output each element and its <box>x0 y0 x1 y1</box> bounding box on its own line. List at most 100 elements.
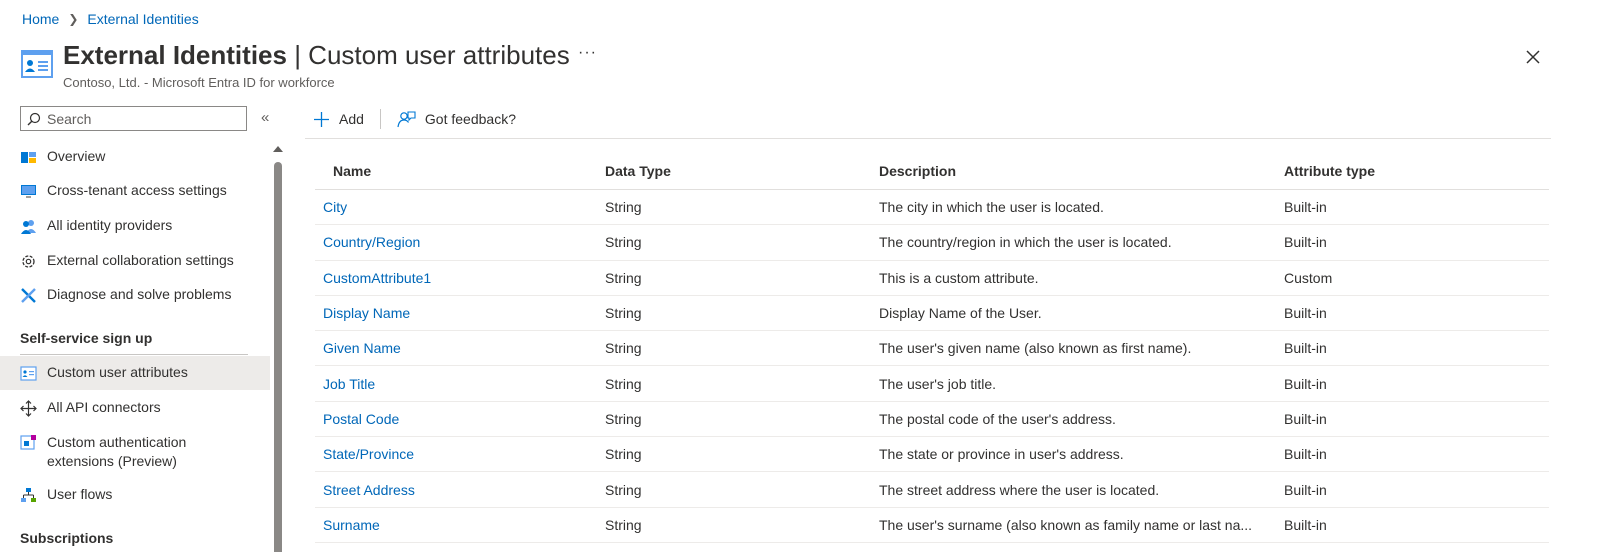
data-type-cell: String <box>605 375 642 392</box>
add-button[interactable]: Add <box>313 111 364 128</box>
sidebar-item-external-collaboration-settings[interactable]: External collaboration settings <box>0 252 270 270</box>
sidebar-item-user-flows[interactable]: User flows <box>0 486 270 504</box>
data-type-cell: String <box>605 410 642 427</box>
attribute-type-cell: Built-in <box>1284 305 1327 322</box>
sidebar-item-all-identity-providers[interactable]: All identity providers <box>0 217 270 235</box>
table-row: Job Title String The user's job title. B… <box>315 366 1549 402</box>
data-type-cell: String <box>605 481 642 498</box>
sidebar-section-self-service-sign-up: Self-service sign up <box>20 330 153 346</box>
table-row: Display Name String Display Name of the … <box>315 296 1549 332</box>
search-icon <box>27 112 41 125</box>
chevron-right-icon: ❯ <box>68 12 79 26</box>
sidebar-scrollbar[interactable] <box>271 146 283 552</box>
description-cell: The street address where the user is loc… <box>879 481 1160 498</box>
command-bar: Add Got feedback? <box>313 106 516 132</box>
table-row: City String The city in which the user i… <box>315 190 1549 226</box>
attribute-type-cell: Built-in <box>1284 410 1327 427</box>
sidebar-item-cross-tenant-access-settings[interactable]: Cross-tenant access settings <box>0 182 270 200</box>
connector-icon <box>20 400 37 417</box>
attribute-name-link[interactable]: State/Province <box>323 446 414 462</box>
page-subtitle: Contoso, Ltd. - Microsoft Entra ID for w… <box>63 75 335 90</box>
sidebar-item-all-api-connectors[interactable]: All API connectors <box>0 399 270 417</box>
sidebar-search <box>20 106 247 131</box>
data-type-cell: String <box>605 340 642 357</box>
breadcrumb-external-identities-link[interactable]: External Identities <box>87 11 198 27</box>
description-cell: This is a custom attribute. <box>879 269 1039 286</box>
data-type-cell: String <box>605 305 642 322</box>
attribute-type-cell: Built-in <box>1284 446 1327 463</box>
sidebar-item-diagnose-and-solve-problems[interactable]: Diagnose and solve problems <box>0 286 270 304</box>
table-row: Country/Region String The country/region… <box>315 225 1549 261</box>
attribute-name-link[interactable]: Street Address <box>323 482 415 498</box>
table-row: Given Name String The user's given name … <box>315 331 1549 367</box>
data-type-cell: String <box>605 516 642 533</box>
description-cell: The postal code of the user's address. <box>879 410 1116 427</box>
more-options-button[interactable]: ··· <box>578 44 597 62</box>
attribute-name-link[interactable]: Given Name <box>323 340 401 356</box>
attribute-name-link[interactable]: Country/Region <box>323 234 420 250</box>
scroll-up-arrow-icon[interactable] <box>273 146 283 152</box>
toolbar-divider-line <box>305 138 1551 139</box>
description-cell: The user's surname (also known as family… <box>879 516 1253 533</box>
data-type-cell: String <box>605 234 642 251</box>
column-header-attribute-type[interactable]: Attribute type <box>1284 163 1375 179</box>
attribute-name-link[interactable]: Display Name <box>323 305 410 321</box>
scrollbar-thumb[interactable] <box>274 162 282 552</box>
table-header: Name Data Type Description Attribute typ… <box>315 152 1549 190</box>
attribute-type-cell: Custom <box>1284 269 1333 286</box>
column-header-data-type[interactable]: Data Type <box>605 163 671 179</box>
attribute-type-cell: Built-in <box>1284 516 1327 533</box>
description-cell: The state or province in user's address. <box>879 446 1124 463</box>
data-type-cell: String <box>605 199 642 216</box>
sidebar-item-overview[interactable]: Overview <box>0 148 270 166</box>
feedback-icon <box>397 110 416 127</box>
table-row: Surname String The user's surname (also … <box>315 508 1549 543</box>
breadcrumb-home-link[interactable]: Home <box>22 11 59 27</box>
table-row: CustomAttribute1 String This is a custom… <box>315 261 1549 296</box>
description-cell: The city in which the user is located. <box>879 199 1104 216</box>
attributes-table: Name Data Type Description Attribute typ… <box>315 152 1549 543</box>
userflow-icon <box>21 488 36 502</box>
users-icon <box>21 220 36 234</box>
close-icon[interactable] <box>1522 46 1544 68</box>
description-cell: The user's given name (also known as fir… <box>879 340 1192 357</box>
description-cell: The user's job title. <box>879 375 997 392</box>
attributes-icon <box>20 366 37 381</box>
table-row: Postal Code String The postal code of th… <box>315 402 1549 438</box>
attribute-type-cell: Built-in <box>1284 481 1327 498</box>
description-cell: The country/region in which the user is … <box>879 234 1172 251</box>
attribute-type-cell: Built-in <box>1284 234 1327 251</box>
sidebar-divider <box>20 354 248 355</box>
column-header-name[interactable]: Name <box>333 163 371 179</box>
column-header-description[interactable]: Description <box>879 163 956 179</box>
monitor-icon <box>21 185 36 198</box>
data-type-cell: String <box>605 269 642 286</box>
attribute-type-cell: Built-in <box>1284 199 1327 216</box>
table-row: State/Province String The state or provi… <box>315 437 1549 473</box>
attributes-header-icon <box>21 50 53 78</box>
description-cell: Display Name of the User. <box>879 305 1042 322</box>
attribute-name-link[interactable]: Job Title <box>323 376 375 392</box>
collapse-sidebar-button[interactable]: « <box>261 109 269 126</box>
attribute-type-cell: Built-in <box>1284 375 1327 392</box>
table-row: Street Address String The street address… <box>315 472 1549 508</box>
data-type-cell: String <box>605 446 642 463</box>
toolbar-divider <box>379 109 381 129</box>
page-title: External Identities | Custom user attrib… <box>63 40 570 70</box>
sidebar-section-subscriptions: Subscriptions <box>20 530 114 546</box>
attribute-name-link[interactable]: Postal Code <box>323 411 399 427</box>
search-input[interactable] <box>47 110 237 127</box>
sidebar-item-custom-user-attributes[interactable]: Custom user attributes <box>0 356 270 390</box>
breadcrumb: Home ❯ External Identities <box>22 11 199 27</box>
attribute-type-cell: Built-in <box>1284 340 1327 357</box>
sidebar-item-custom-authentication-extensions[interactable]: Custom authentication extensions (Previe… <box>0 433 270 471</box>
plus-icon <box>314 111 329 127</box>
attribute-name-link[interactable]: CustomAttribute1 <box>323 270 431 286</box>
extension-icon <box>20 435 36 450</box>
attribute-name-link[interactable]: City <box>323 199 347 215</box>
feedback-button[interactable]: Got feedback? <box>397 110 516 129</box>
attribute-name-link[interactable]: Surname <box>323 517 380 533</box>
gear-icon <box>22 255 35 268</box>
overview-icon <box>21 152 36 163</box>
wrench-icon <box>21 288 36 303</box>
